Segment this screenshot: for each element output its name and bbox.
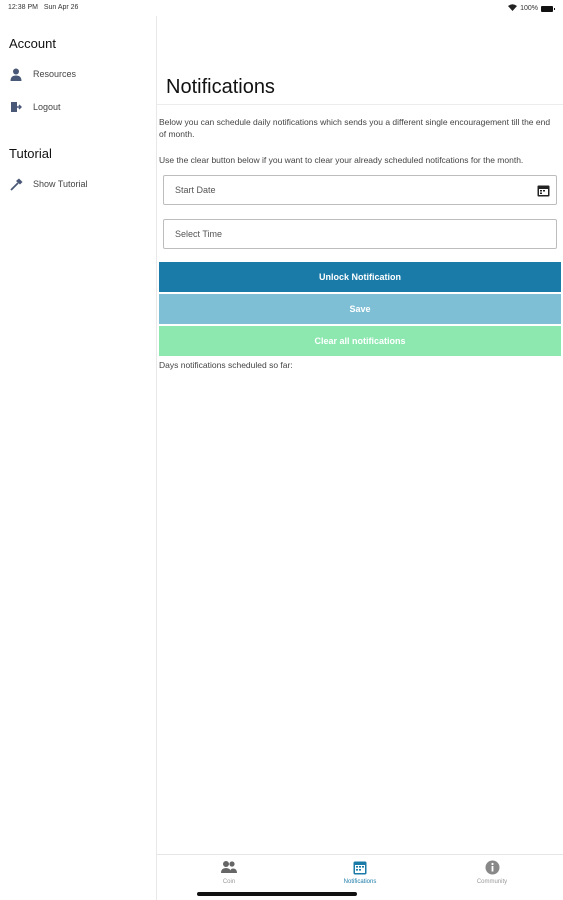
battery-percent: 100%	[520, 5, 538, 12]
calendar-icon[interactable]	[537, 184, 550, 197]
status-time: 12:38 PM	[8, 4, 38, 11]
clear-all-notifications-button[interactable]: Clear all notifications	[159, 326, 561, 356]
start-date-placeholder: Start Date	[175, 185, 216, 195]
tab-label: Community	[476, 879, 508, 885]
hammer-icon	[9, 177, 23, 191]
status-time-date: 12:38 PM Sun Apr 26	[8, 4, 78, 11]
tab-coin[interactable]: Coin	[189, 859, 269, 885]
save-button[interactable]: Save	[159, 294, 561, 324]
tutorial-section-title: Tutorial	[9, 146, 52, 161]
scheduled-days-text: Days notifications scheduled so far:	[159, 360, 293, 370]
description-schedule: Below you can schedule daily notificatio…	[159, 117, 551, 139]
wifi-icon	[508, 4, 518, 13]
select-time-field[interactable]: Select Time	[163, 219, 557, 249]
sidebar-item-resources[interactable]: Resources	[9, 64, 76, 84]
description-clear: Use the clear button below if you want t…	[159, 155, 524, 165]
logout-icon	[9, 100, 23, 114]
sidebar-item-label: Show Tutorial	[33, 179, 88, 189]
person-icon	[9, 67, 23, 81]
main-content: Notifications Below you can schedule dai…	[157, 16, 563, 854]
account-section-title: Account	[9, 36, 56, 51]
people-icon	[221, 859, 237, 875]
status-date: Sun Apr 26	[43, 4, 79, 11]
sidebar-item-logout[interactable]: Logout	[9, 97, 61, 117]
home-indicator	[197, 892, 357, 896]
info-icon	[484, 859, 500, 875]
tab-label: Coin	[222, 879, 236, 885]
status-bar: 12:38 PM Sun Apr 26 100%	[0, 0, 563, 16]
unlock-notification-button[interactable]: Unlock Notification	[159, 262, 561, 292]
sidebar-item-label: Logout	[33, 102, 61, 112]
start-date-field[interactable]: Start Date	[163, 175, 557, 205]
sidebar: Account Resources Logout Tutorial Show T…	[0, 16, 157, 900]
select-time-placeholder: Select Time	[175, 229, 223, 239]
page-title: Notifications	[166, 76, 275, 98]
status-indicators: 100%	[508, 4, 555, 13]
tab-notifications[interactable]: Notifications	[320, 859, 400, 885]
tab-community[interactable]: Community	[452, 859, 532, 885]
tab-label: Notifications	[343, 879, 377, 885]
battery-icon	[541, 5, 555, 12]
sidebar-item-show-tutorial[interactable]: Show Tutorial	[9, 174, 88, 194]
title-divider	[157, 104, 563, 105]
calendar-icon	[352, 859, 368, 875]
sidebar-item-label: Resources	[33, 69, 77, 79]
